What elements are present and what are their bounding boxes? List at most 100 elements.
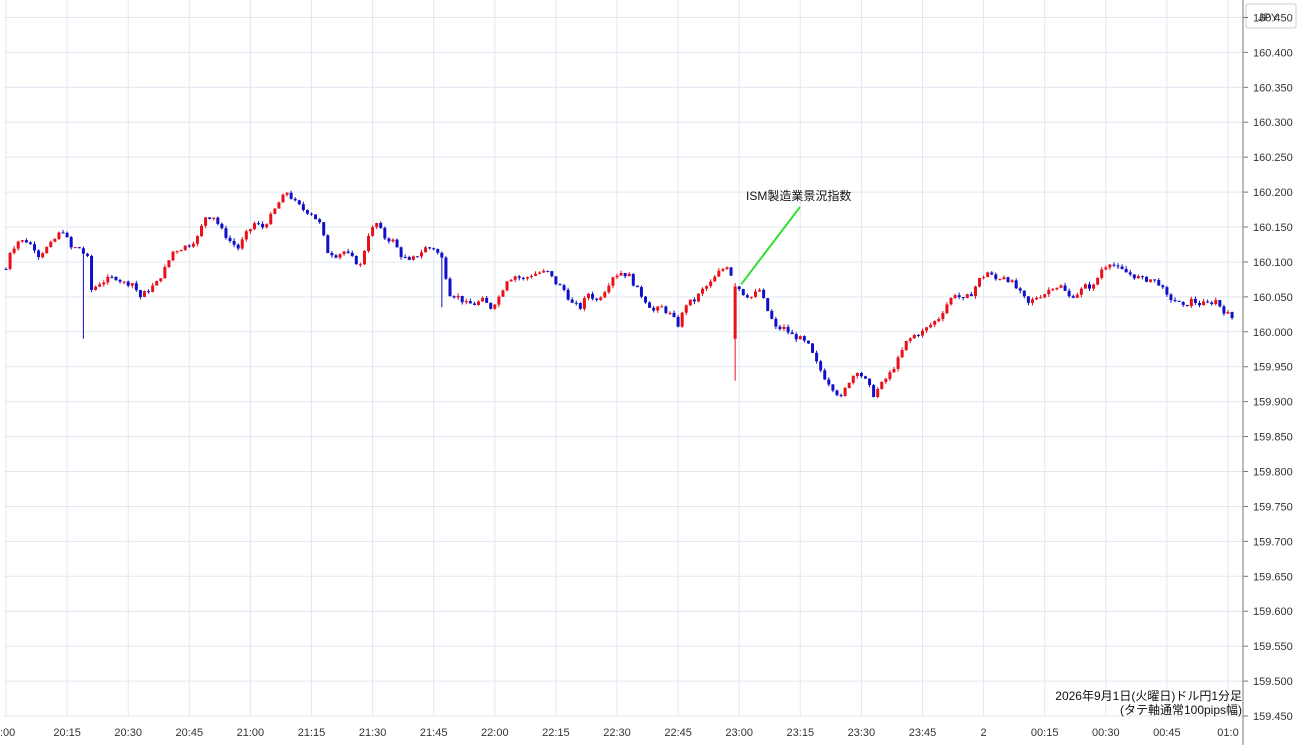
candle-body [90,255,94,290]
candle-body [607,285,611,293]
candle-body [240,239,244,249]
candle-body [1047,289,1051,295]
candle [65,231,69,238]
candle [586,292,590,301]
candle [1132,274,1136,280]
candle [1047,287,1051,297]
candle-body [758,289,762,292]
candle [941,310,945,322]
candle [953,293,957,300]
candle-body [330,253,334,256]
candle [908,337,912,344]
candle-body [1132,274,1136,279]
candle [684,304,688,316]
candle-body [350,252,354,256]
candle [619,270,623,276]
candle-body [741,289,745,296]
y-tick-label: 160.200 [1253,187,1293,199]
candle-body [1071,296,1075,298]
candle-body [497,296,501,305]
candle [627,272,631,277]
candle [529,274,533,279]
candle [782,324,786,332]
candle [758,288,762,292]
candle-body [517,276,521,278]
candle [1165,285,1169,297]
candle [305,209,309,215]
candle-body [1018,288,1022,291]
candle-body [342,251,346,255]
candle [1214,297,1218,306]
candle [770,309,774,320]
candle-body [436,249,440,253]
candle-body [806,340,810,344]
candle-body [884,378,888,382]
candle-body [599,297,603,300]
candle-body [1145,276,1149,282]
candle-body [701,288,705,294]
candle [456,293,460,300]
candle [1120,264,1124,270]
candle [709,279,713,289]
candle-body [448,278,452,297]
candle [660,304,664,308]
candle-body [1128,272,1132,275]
candle-body [440,252,444,258]
candle-body [900,350,904,358]
y-tick-label: 159.800 [1253,467,1293,479]
candle [509,278,513,282]
candle [49,240,53,248]
candle [855,372,859,379]
candle [965,293,969,299]
candle-body [529,275,533,278]
candle [1104,265,1108,271]
candle-body [375,223,379,228]
candle [1197,300,1201,308]
candle [1173,297,1177,303]
candle [847,382,851,389]
candle-body [142,291,146,298]
candle [725,266,729,270]
candle-body [1039,297,1043,299]
candle [1002,275,1006,280]
candle-body [362,250,366,265]
candle-body [505,281,509,291]
candle-body [1153,279,1157,281]
candle [753,288,757,298]
candle-body [1051,289,1055,291]
candle [574,300,578,306]
candle-body [872,385,876,398]
candle-body [460,295,464,303]
x-tick-label: 01:0 [1217,727,1238,739]
candle [1030,297,1034,306]
candle-body [1165,287,1169,295]
candle [1116,263,1120,269]
y-tick-label: 159.500 [1253,676,1293,688]
candle-body [318,219,322,223]
candle [57,231,61,240]
candle-body [762,289,766,299]
y-tick-label: 160.400 [1253,47,1293,59]
candle-body [98,284,102,287]
candle [440,251,444,308]
candle-body [713,276,717,282]
x-tick-label: 20:15 [53,727,81,739]
candle-body [41,253,45,258]
candle-body [880,381,884,389]
candle [240,236,244,250]
candle [411,255,415,261]
candle-body [151,285,155,292]
candle-body [676,316,680,327]
candle-body [379,223,383,228]
axis-layer: JPY 160.450160.400160.350160.300160.2501… [0,0,1297,745]
candle [216,216,220,226]
candle-body [664,306,668,313]
annotation-label: ISM製造業景況指数 [746,188,851,203]
candle-body [358,264,362,266]
candle [273,208,277,215]
candle [191,241,195,248]
candle-body [1092,284,1096,289]
candle [1226,309,1230,314]
candle [554,276,558,286]
y-tick-label: 160.250 [1253,152,1293,164]
